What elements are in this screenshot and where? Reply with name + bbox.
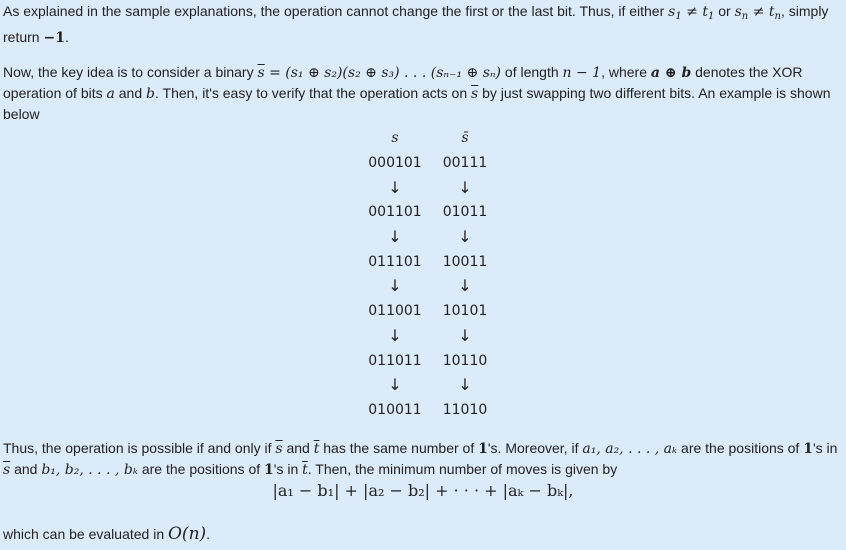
down-arrow-icon: ↓ — [458, 375, 472, 395]
header-s: s — [391, 130, 399, 147]
down-arrow-icon: ↓ — [458, 177, 472, 197]
table-row: 011001 10101 — [360, 299, 500, 324]
down-arrow-icon: ↓ — [388, 276, 402, 296]
down-arrow-icon: ↓ — [388, 325, 402, 345]
cell-s: 011011 — [368, 352, 422, 369]
table-row: 001101 01011 — [360, 200, 500, 225]
sum-formula: |a₁ − b₁| + |a₂ − b₂| + · · · + |aₖ − bₖ… — [272, 481, 574, 500]
cell-s: 011001 — [368, 303, 422, 320]
table-row: 011011 10110 — [360, 348, 500, 373]
cell-s: 011101 — [368, 253, 422, 270]
header-sbar: s̄ — [461, 130, 469, 147]
arrow-row: ↓ ↓ — [360, 274, 500, 299]
cell-s: 000101 — [368, 155, 422, 172]
down-arrow-icon: ↓ — [388, 375, 402, 395]
paragraph-condition: Thus, the operation is possible if and o… — [3, 440, 838, 478]
down-arrow-icon: ↓ — [458, 276, 472, 296]
cell-sbar: 11010 — [442, 401, 488, 418]
paragraph-complexity: which can be evaluated in O(n). — [3, 524, 211, 544]
paragraph-key-idea: Now, the key idea is to consider a binar… — [3, 64, 831, 122]
cell-sbar: 01011 — [442, 204, 488, 221]
down-arrow-icon: ↓ — [388, 177, 402, 197]
down-arrow-icon: ↓ — [458, 227, 472, 247]
cell-sbar: 10110 — [442, 352, 488, 369]
down-arrow-icon: ↓ — [458, 325, 472, 345]
table-row: 000101 00111 — [360, 151, 500, 176]
arrow-row: ↓ ↓ — [360, 175, 500, 200]
table-row: 011101 10011 — [360, 249, 500, 274]
arrow-row: ↓ ↓ — [360, 373, 500, 398]
cell-sbar: 10011 — [442, 253, 488, 270]
cell-sbar: 00111 — [442, 155, 488, 172]
cell-s: 001101 — [368, 204, 422, 221]
table-header: s s̄ — [360, 126, 500, 151]
down-arrow-icon: ↓ — [388, 227, 402, 247]
arrow-row: ↓ ↓ — [360, 324, 500, 349]
table-row: 010011 11010 — [360, 398, 500, 423]
example-table: s s̄ 000101 00111 ↓ ↓ 001101 01011 ↓ ↓ 011101 100… — [360, 126, 500, 422]
paragraph-intro: As explained in the sample explanations,… — [3, 3, 829, 46]
arrow-row: ↓ ↓ — [360, 225, 500, 250]
cell-sbar: 10101 — [442, 303, 488, 320]
cell-s: 010011 — [368, 401, 422, 418]
